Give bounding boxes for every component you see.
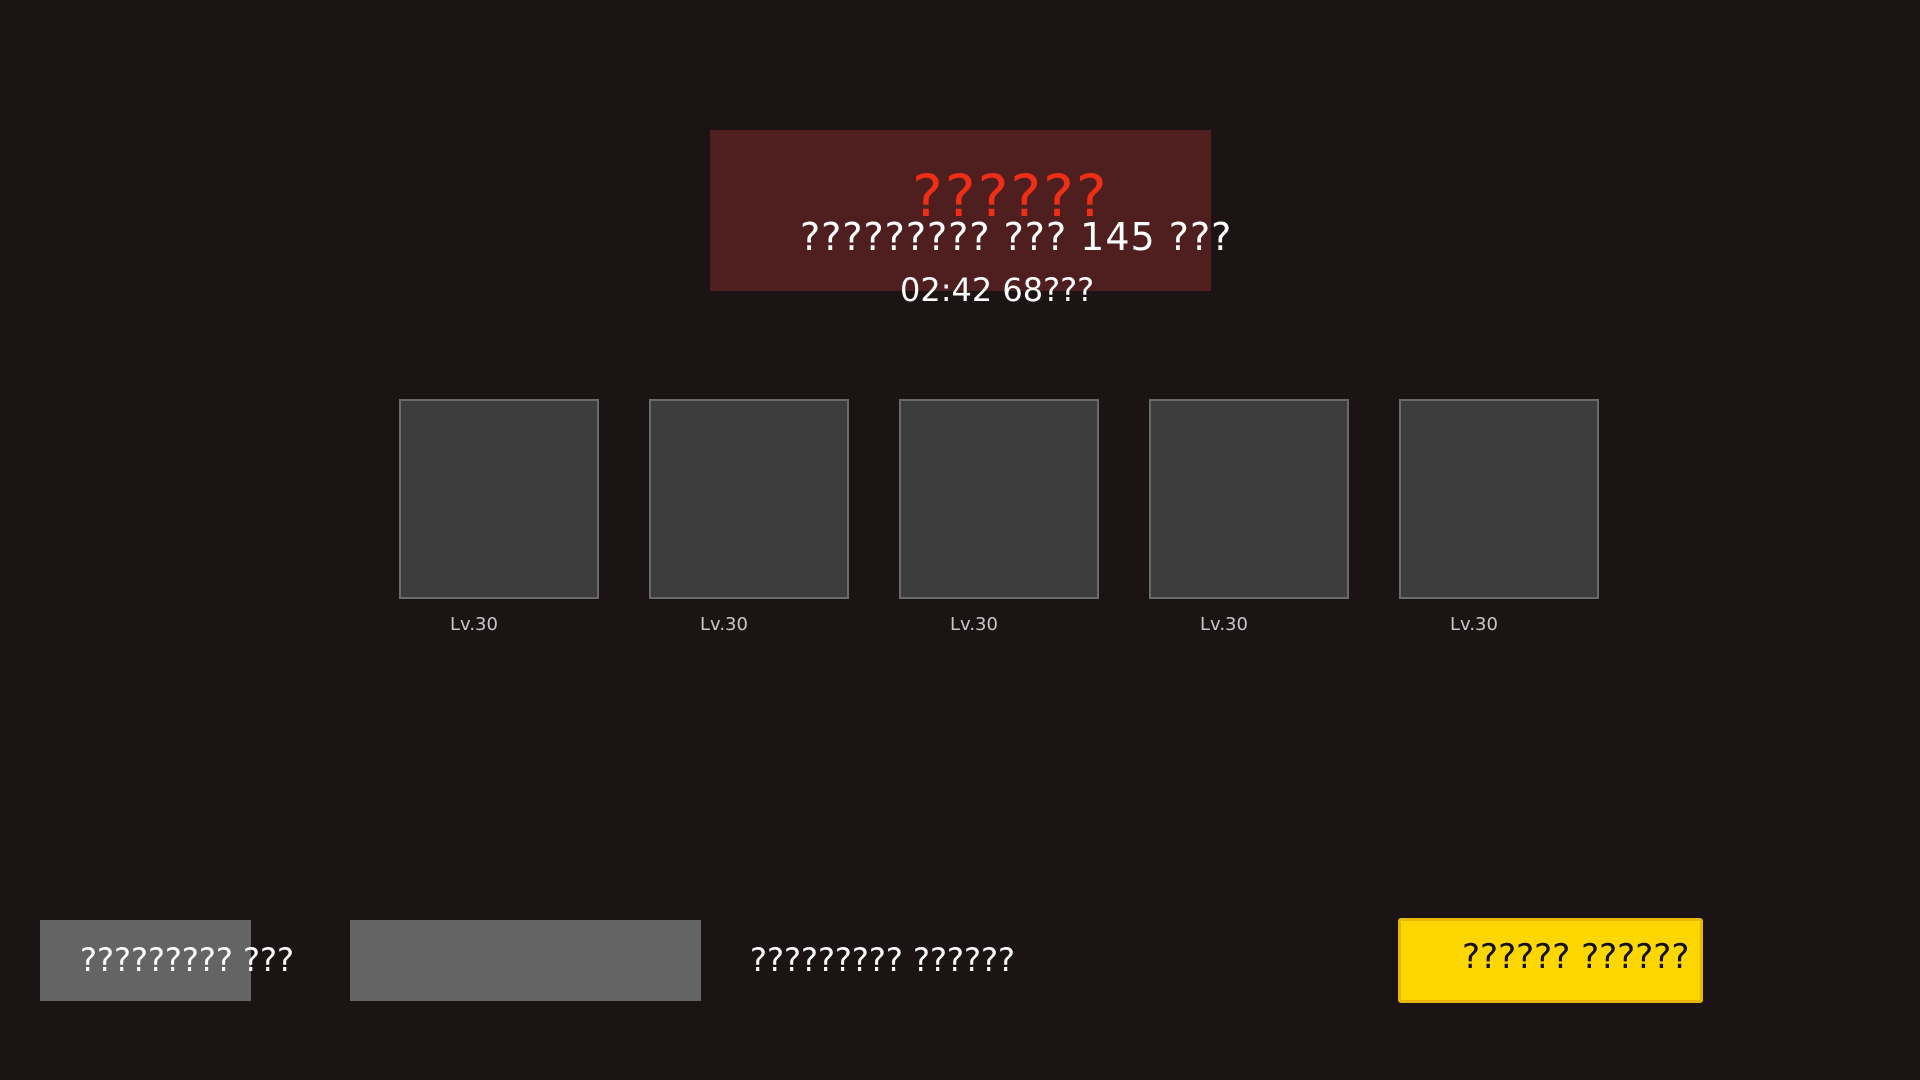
character-slot-4[interactable]: [1149, 399, 1349, 599]
header-subtitle: ????????? ??? 145 ???: [800, 215, 1233, 259]
middle-button[interactable]: [350, 920, 701, 1001]
character-slot-1[interactable]: [399, 399, 599, 599]
header-time: 02:42 68???: [900, 271, 1095, 309]
footer-info-text: ????????? ??????: [750, 941, 1015, 979]
game-screen: ?????? ????????? ??? 145 ??? 02:42 68???…: [0, 0, 1920, 1080]
slot-level-1: Lv.30: [450, 614, 498, 635]
slot-level-2: Lv.30: [700, 614, 748, 635]
slot-level-5: Lv.30: [1450, 614, 1498, 635]
character-slots: Lv.30 Lv.30 Lv.30 Lv.30 Lv.30: [399, 399, 1602, 639]
character-slot-3[interactable]: [899, 399, 1099, 599]
start-button-label: ?????? ??????: [1462, 937, 1690, 977]
character-slot-2[interactable]: [649, 399, 849, 599]
slot-level-4: Lv.30: [1200, 614, 1248, 635]
left-button-label: ????????? ???: [80, 941, 294, 979]
slot-level-3: Lv.30: [950, 614, 998, 635]
character-slot-5[interactable]: [1399, 399, 1599, 599]
